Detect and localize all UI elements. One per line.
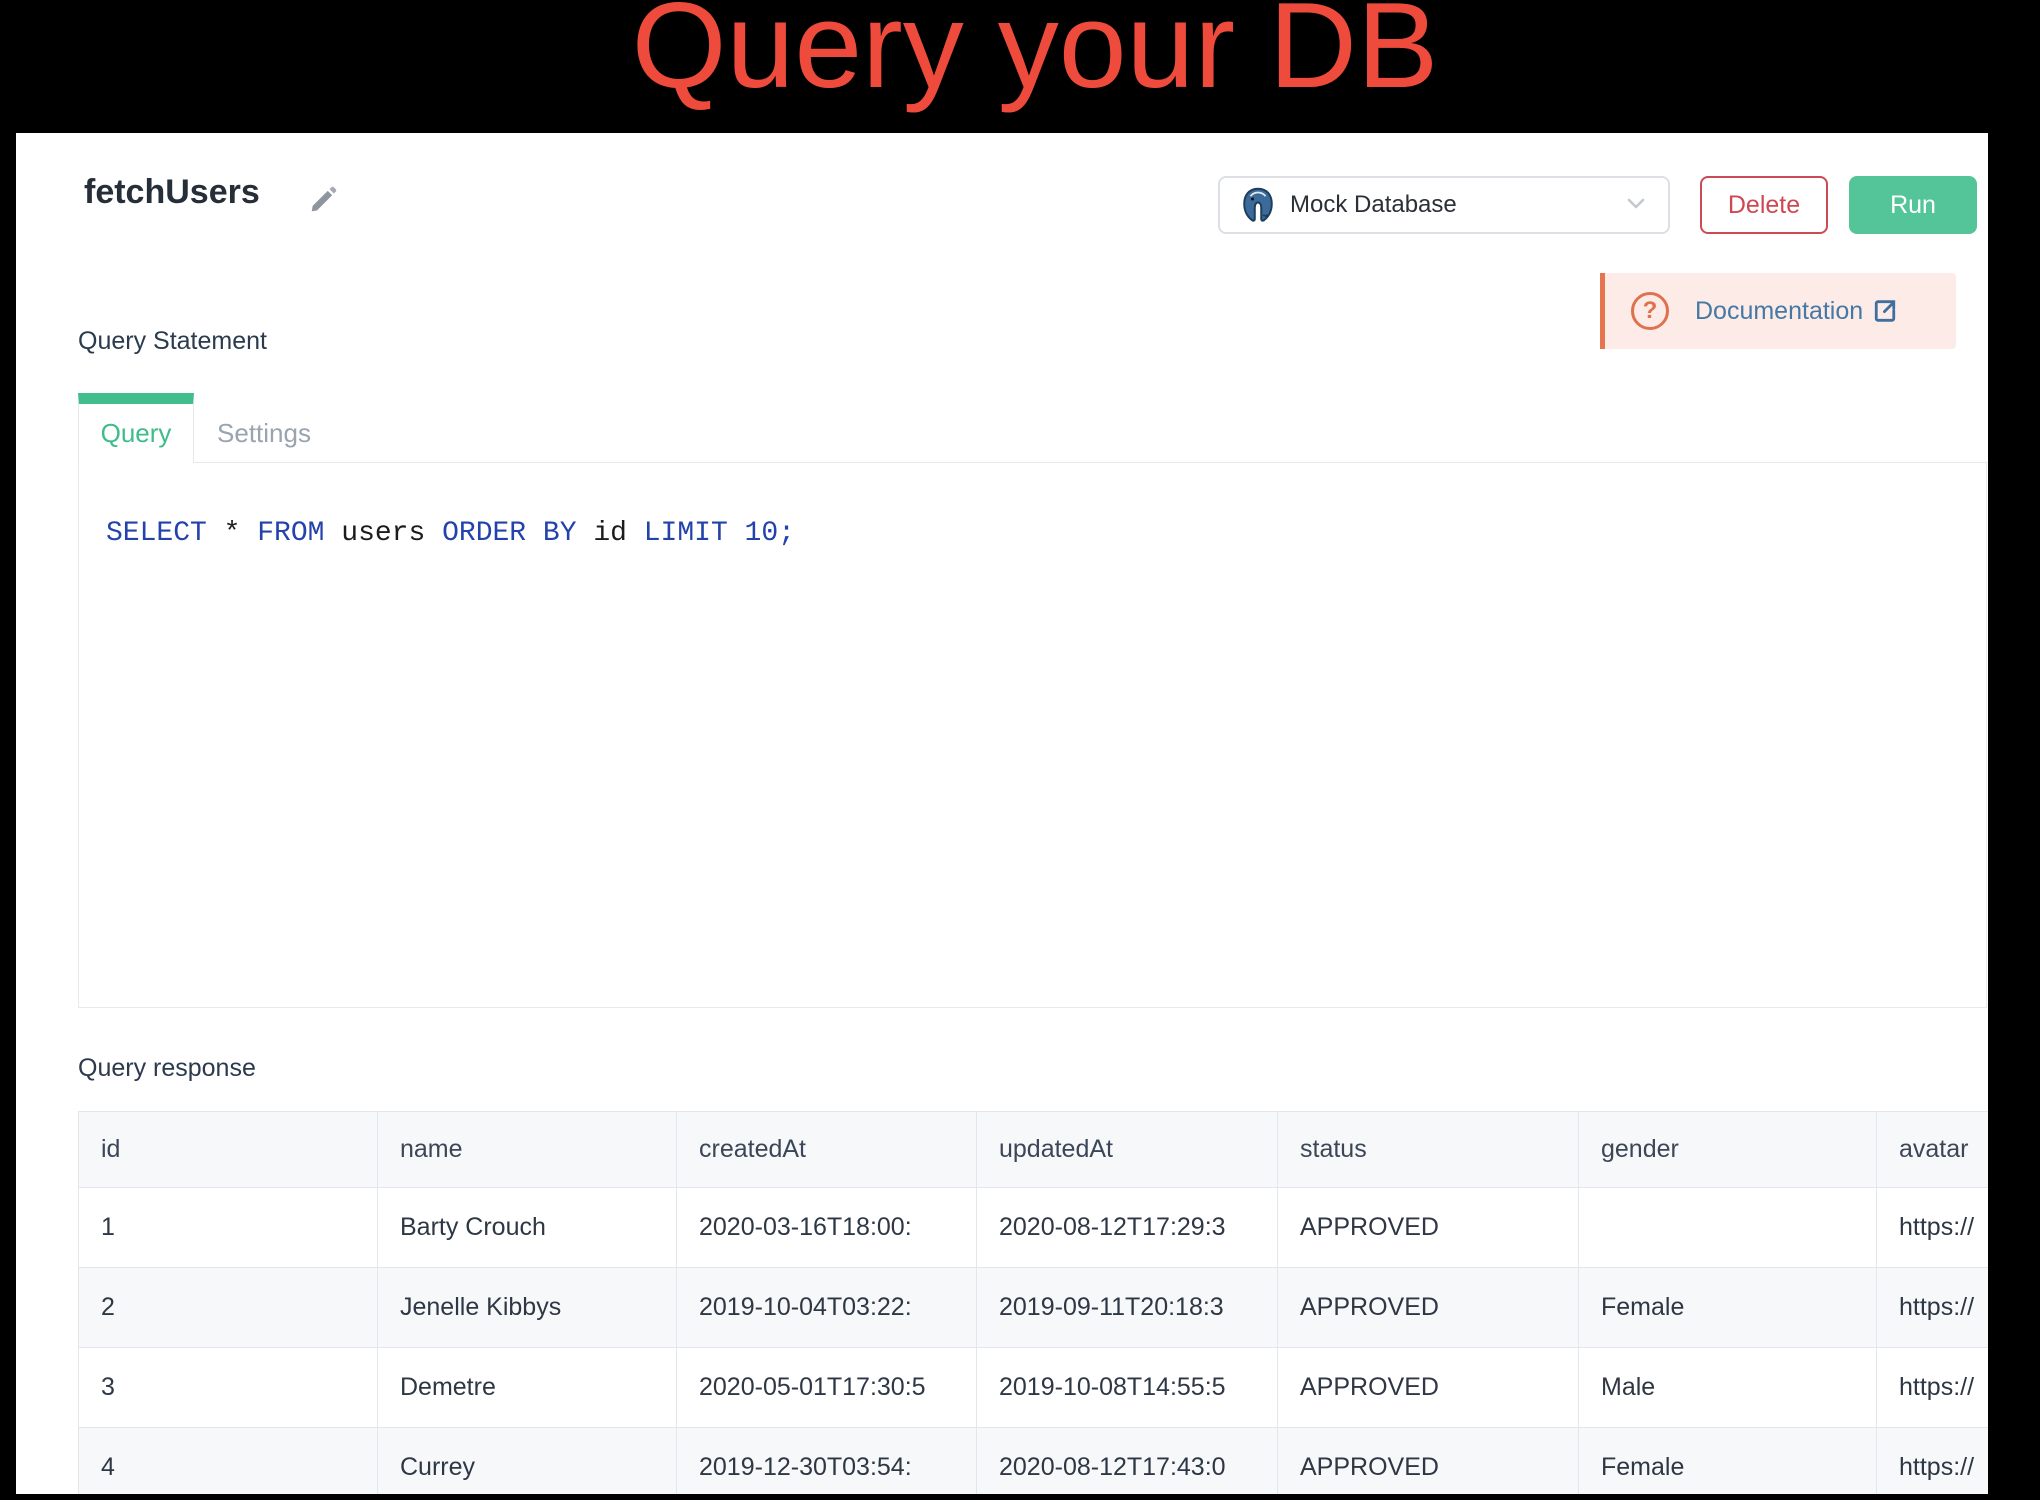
sql-editor[interactable]: SELECT * FROM users ORDER BY id LIMIT 10…	[78, 462, 1987, 1008]
app-panel: fetchUsers Mock Database	[16, 133, 1988, 1494]
table-row: 4Currey2019-12-30T03:54:2020-08-12T17:43…	[79, 1428, 1989, 1495]
sql-token: FROM	[257, 518, 324, 549]
table-cell: APPROVED	[1278, 1268, 1579, 1348]
query-statement-label: Query Statement	[78, 327, 267, 356]
postgresql-elephant-icon	[1238, 185, 1278, 225]
table-cell: https://	[1877, 1268, 1989, 1348]
page-banner-title: Query your DB	[632, 0, 1439, 106]
database-select-value: Mock Database	[1290, 191, 1624, 219]
header-cell: id	[79, 1112, 378, 1188]
table-cell: 3	[79, 1348, 378, 1428]
tab-query[interactable]: Query	[78, 393, 194, 463]
table-cell: 2020-05-01T17:30:5	[677, 1348, 977, 1428]
documentation-link[interactable]: ? Documentation	[1600, 273, 1956, 349]
table-cell: Female	[1579, 1428, 1877, 1495]
run-button[interactable]: Run	[1849, 176, 1977, 234]
table-header-row: idnamecreatedAtupdatedAtstatusgenderavat…	[79, 1112, 1989, 1188]
table-cell: Demetre	[378, 1348, 677, 1428]
database-select[interactable]: Mock Database	[1218, 176, 1670, 234]
external-doc-icon	[1871, 297, 1899, 325]
table-cell: https://	[1877, 1188, 1989, 1268]
delete-button[interactable]: Delete	[1700, 176, 1828, 234]
table-row: 3Demetre2020-05-01T17:30:52019-10-08T14:…	[79, 1348, 1989, 1428]
header-cell: avatar	[1877, 1112, 1989, 1188]
header-cell: createdAt	[677, 1112, 977, 1188]
table-cell: 2020-03-16T18:00:	[677, 1188, 977, 1268]
table-cell: 2019-12-30T03:54:	[677, 1428, 977, 1495]
table-cell: 2	[79, 1268, 378, 1348]
tab-settings[interactable]: Settings	[194, 404, 334, 463]
sql-token: id	[577, 518, 644, 549]
table-row: 1Barty Crouch2020-03-16T18:00:2020-08-12…	[79, 1188, 1989, 1268]
header-cell: gender	[1579, 1112, 1877, 1188]
table-cell: 2020-08-12T17:43:0	[977, 1428, 1278, 1495]
sql-token: LIMIT	[644, 518, 728, 549]
header-cell: name	[378, 1112, 677, 1188]
screen: Query your DB fetchUsers Mock Database	[0, 0, 2040, 1500]
table-cell: 4	[79, 1428, 378, 1495]
table-cell: 2019-10-08T14:55:5	[977, 1348, 1278, 1428]
result-table-container: idnamecreatedAtupdatedAtstatusgenderavat…	[78, 1111, 1988, 1494]
table-cell: Female	[1579, 1268, 1877, 1348]
query-name-title: fetchUsers	[84, 173, 260, 212]
table-cell: 1	[79, 1188, 378, 1268]
sql-token: SELECT	[106, 518, 207, 549]
table-cell: https://	[1877, 1428, 1989, 1495]
table-cell: APPROVED	[1278, 1188, 1579, 1268]
table-row: 2Jenelle Kibbys2019-10-04T03:22:2019-09-…	[79, 1268, 1989, 1348]
table-cell: 2020-08-12T17:29:3	[977, 1188, 1278, 1268]
sql-line: SELECT * FROM users ORDER BY id LIMIT 10…	[106, 518, 795, 549]
table-cell: 2019-09-11T20:18:3	[977, 1268, 1278, 1348]
edit-pencil-icon[interactable]	[308, 183, 340, 215]
sql-token: users	[324, 518, 442, 549]
header-cell: updatedAt	[977, 1112, 1278, 1188]
sql-token: ORDER BY	[442, 518, 576, 549]
table-cell: APPROVED	[1278, 1348, 1579, 1428]
documentation-label: Documentation	[1695, 297, 1863, 326]
header-cell: status	[1278, 1112, 1579, 1188]
table-cell	[1579, 1188, 1877, 1268]
table-cell: APPROVED	[1278, 1428, 1579, 1495]
sql-token: 10;	[728, 518, 795, 549]
table-cell: Barty Crouch	[378, 1188, 677, 1268]
table-cell: 2019-10-04T03:22:	[677, 1268, 977, 1348]
chevron-down-icon	[1624, 191, 1648, 220]
table-cell: Male	[1579, 1348, 1877, 1428]
sql-token: *	[207, 518, 257, 549]
table-cell: https://	[1877, 1348, 1989, 1428]
result-table: idnamecreatedAtupdatedAtstatusgenderavat…	[78, 1111, 1988, 1494]
table-cell: Jenelle Kibbys	[378, 1268, 677, 1348]
question-circle-icon: ?	[1631, 292, 1669, 330]
query-response-label: Query response	[78, 1054, 256, 1083]
table-cell: Currey	[378, 1428, 677, 1495]
